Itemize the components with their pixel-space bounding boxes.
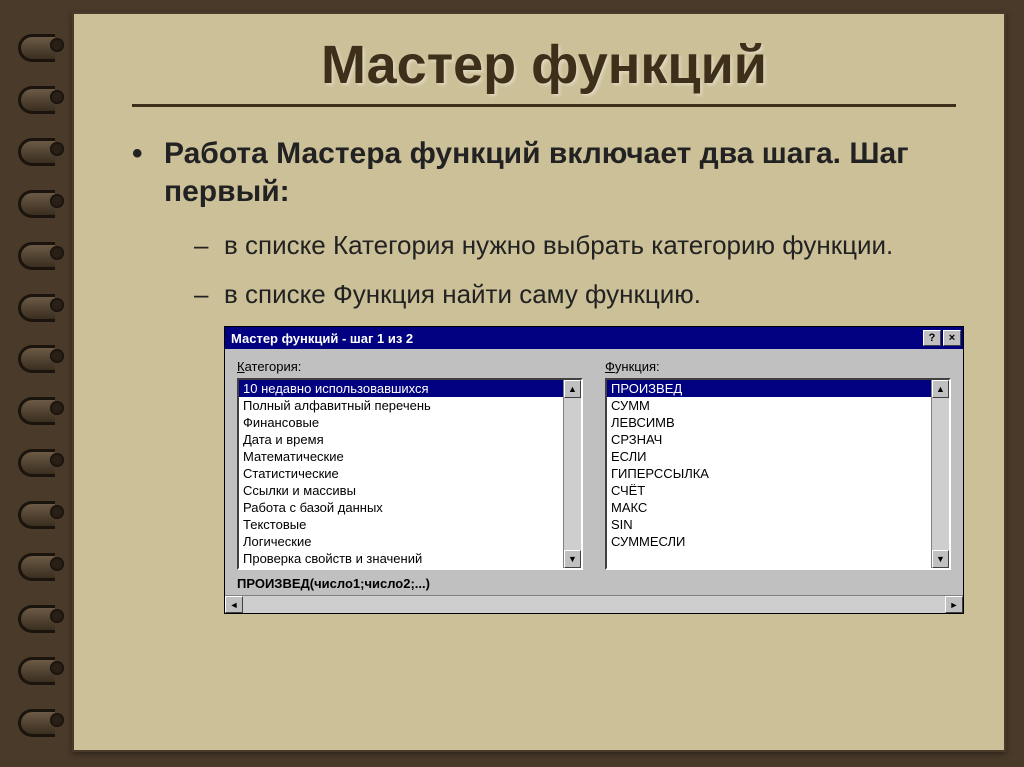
list-item[interactable]: SIN	[607, 516, 931, 533]
list-item[interactable]: МАКС	[607, 499, 931, 516]
scroll-up-icon[interactable]: ▲	[564, 380, 581, 398]
list-item[interactable]: ПРОИЗВЕД	[607, 380, 931, 397]
function-listbox[interactable]: ПРОИЗВЕДСУММЛЕВСИМВСРЗНАЧЕСЛИГИПЕРССЫЛКА…	[605, 378, 951, 570]
dialog-body: Категория: 10 недавно использовавшихсяПо…	[225, 349, 963, 576]
category-column: Категория: 10 недавно использовавшихсяПо…	[237, 359, 583, 570]
bullet-sub-1: в списке Категория нужно выбрать категор…	[224, 228, 964, 263]
list-item[interactable]: СУММЕСЛИ	[607, 533, 931, 550]
slide-page: Мастер функций Работа Мастера функций вк…	[72, 12, 1006, 752]
scroll-down-icon[interactable]: ▼	[932, 550, 949, 568]
scroll-left-icon[interactable]: ◄	[225, 596, 243, 613]
list-item[interactable]: ЕСЛИ	[607, 448, 931, 465]
list-item[interactable]: СУММ	[607, 397, 931, 414]
function-column: Функция: ПРОИЗВЕДСУММЛЕВСИМВСРЗНАЧЕСЛИГИ…	[605, 359, 951, 570]
function-wizard-dialog: Мастер функций - шаг 1 из 2 ? × Категори…	[224, 326, 964, 614]
dialog-title: Мастер функций - шаг 1 из 2	[231, 331, 921, 346]
list-item[interactable]: Математические	[239, 448, 563, 465]
scroll-up-icon[interactable]: ▲	[932, 380, 949, 398]
list-item[interactable]: Дата и время	[239, 431, 563, 448]
list-item[interactable]: ЛЕВСИМВ	[607, 414, 931, 431]
dialog-titlebar[interactable]: Мастер функций - шаг 1 из 2 ? ×	[225, 327, 963, 349]
list-item[interactable]: Работа с базой данных	[239, 499, 563, 516]
scroll-track[interactable]	[932, 398, 949, 550]
category-listbox[interactable]: 10 недавно использовавшихсяПолный алфави…	[237, 378, 583, 570]
help-button[interactable]: ?	[923, 330, 941, 346]
scroll-right-icon[interactable]: ►	[945, 596, 963, 613]
close-button[interactable]: ×	[943, 330, 961, 346]
scroll-track[interactable]	[243, 596, 945, 613]
list-item[interactable]: 10 недавно использовавшихся	[239, 380, 563, 397]
function-label: Функция:	[605, 359, 951, 374]
function-scrollbar[interactable]: ▲ ▼	[931, 380, 949, 568]
list-item[interactable]: Статистические	[239, 465, 563, 482]
list-item[interactable]: Полный алфавитный перечень	[239, 397, 563, 414]
spiral-binding	[18, 0, 68, 767]
list-item[interactable]: Текстовые	[239, 516, 563, 533]
list-item[interactable]: Проверка свойств и значений	[239, 550, 563, 567]
list-item[interactable]: Финансовые	[239, 414, 563, 431]
dialog-horizontal-scrollbar[interactable]: ◄ ►	[225, 595, 963, 613]
category-label: Категория:	[237, 359, 583, 374]
slide-title: Мастер функций	[124, 34, 964, 96]
category-scrollbar[interactable]: ▲ ▼	[563, 380, 581, 568]
bullet-main: Работа Мастера функций включает два шага…	[164, 135, 964, 210]
scroll-track[interactable]	[564, 398, 581, 550]
list-item[interactable]: Логические	[239, 533, 563, 550]
list-item[interactable]: СЧЁТ	[607, 482, 931, 499]
list-item[interactable]: ГИПЕРССЫЛКА	[607, 465, 931, 482]
title-underline	[132, 104, 955, 107]
list-item[interactable]: СРЗНАЧ	[607, 431, 931, 448]
list-item[interactable]: Ссылки и массивы	[239, 482, 563, 499]
function-syntax-line: ПРОИЗВЕД(число1;число2;...)	[225, 576, 963, 595]
bullet-sub-2: в списке Функция найти саму функцию.	[224, 277, 964, 312]
scroll-down-icon[interactable]: ▼	[564, 550, 581, 568]
